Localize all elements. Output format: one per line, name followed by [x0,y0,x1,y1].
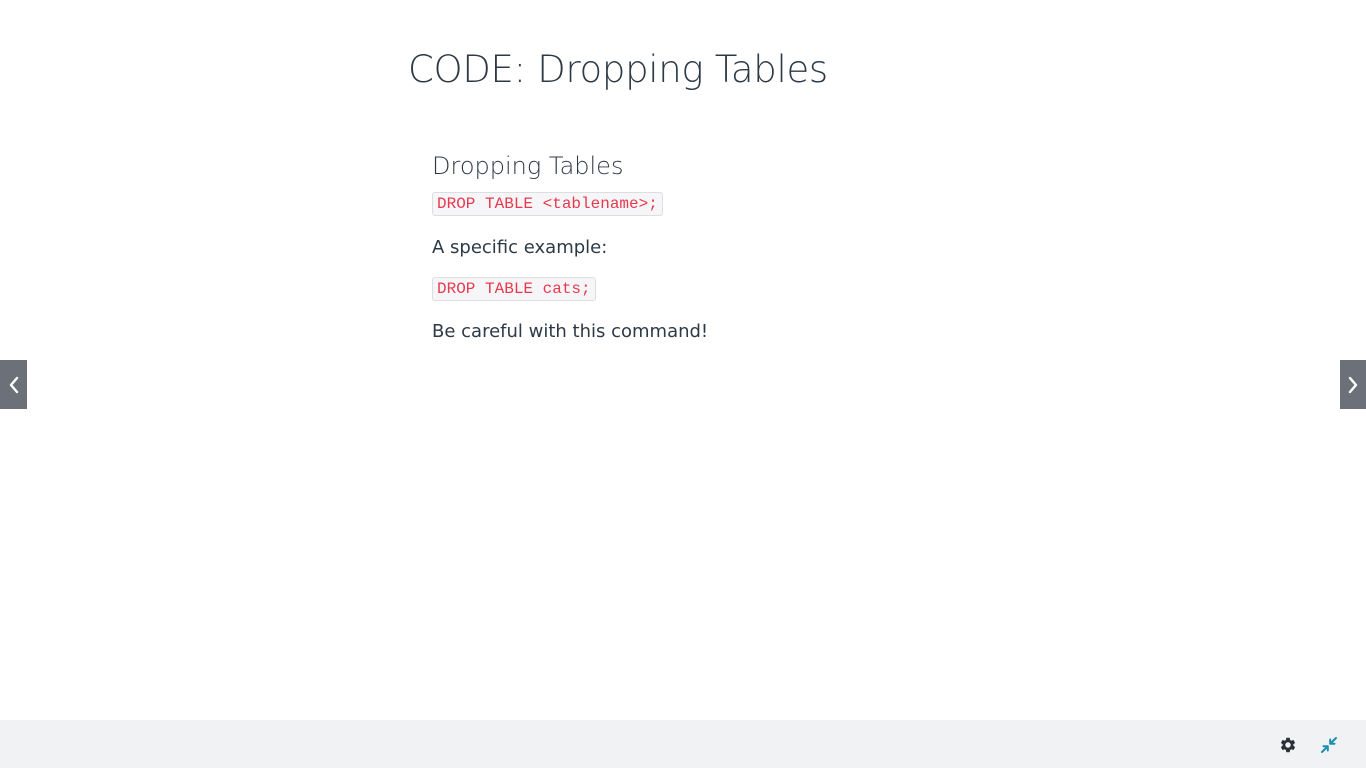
section-heading: Dropping Tables [432,152,624,180]
example-intro-text: A specific example: [432,237,608,258]
slide-page: CODE: Dropping Tables Dropping Tables DR… [0,0,1366,768]
chevron-right-icon [1348,376,1358,393]
code-snippet-example: DROP TABLE cats; [432,277,596,301]
collapse-button[interactable] [1318,734,1340,756]
slide-content: Dropping Tables DROP TABLE <tablename>; … [432,150,1132,345]
previous-slide-button[interactable] [0,360,27,409]
footer-bar [0,720,1366,768]
code-snippet-general: DROP TABLE <tablename>; [432,192,663,216]
settings-button[interactable] [1277,734,1299,756]
next-slide-button[interactable] [1340,360,1366,409]
collapse-arrows-icon [1321,737,1337,753]
chevron-left-icon [9,376,18,393]
gear-icon [1280,737,1296,753]
page-title: CODE: Dropping Tables [408,48,828,91]
warning-text: Be careful with this command! [432,321,709,342]
